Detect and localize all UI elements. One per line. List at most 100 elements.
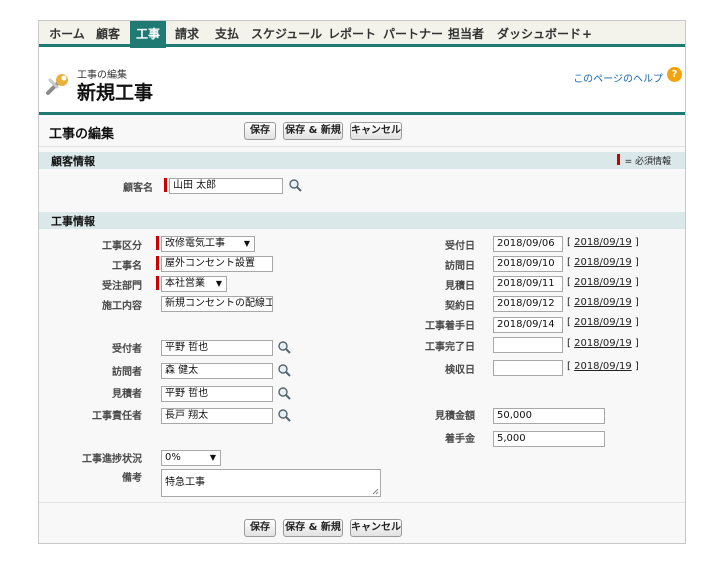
work-type-value: 改修電気工事 <box>165 238 225 249</box>
estimate-date-input[interactable]: 2018/09/11 <box>493 276 563 292</box>
required-marker <box>156 256 159 270</box>
tab-staff[interactable]: 担当者 <box>445 21 487 47</box>
lookup-icon[interactable] <box>277 386 292 400</box>
deposit-label: 着手金 <box>445 434 475 445</box>
deposit-input[interactable]: 5,000 <box>493 431 605 447</box>
page-frame: ホーム 顧客 工事 請求 支払 スケジュール レポート パートナー 担当者 ダッ… <box>38 20 686 544</box>
save-new-button-bottom[interactable]: 保存 & 新規 <box>283 519 343 537</box>
required-marker <box>616 154 620 165</box>
today-link-text[interactable]: 2018/09/19 <box>574 361 632 372</box>
note-textarea[interactable]: 特急工事 <box>161 469 381 497</box>
content-input[interactable]: 新規コンセントの配線工事 <box>161 296 273 312</box>
received-date-input[interactable]: 2018/09/06 <box>493 236 563 252</box>
visitor-input[interactable]: 森 健太 <box>161 363 273 379</box>
received-today-link[interactable]: [ 2018/09/19 ] <box>567 237 639 248</box>
work-name-input[interactable]: 屋外コンセント設置 <box>161 256 273 272</box>
tab-add-icon[interactable]: + <box>579 21 595 47</box>
dropdown-arrow-icon: ▼ <box>209 453 216 462</box>
required-marker <box>164 178 167 192</box>
block-title: 工事の編集 <box>49 127 115 142</box>
save-button[interactable]: 保存 <box>244 122 276 140</box>
dept-value: 本社営業 <box>165 278 205 289</box>
required-legend: = 必須情報 <box>616 154 671 167</box>
estimate-date-label: 見積日 <box>445 281 475 292</box>
required-marker <box>156 236 159 250</box>
tab-home[interactable]: ホーム <box>47 21 87 47</box>
est-amount-label: 見積金額 <box>435 411 475 422</box>
tab-payments[interactable]: 支払 <box>212 21 242 47</box>
customer-section-header: 顧客情報 = 必須情報 <box>39 152 685 169</box>
estimate-today-link[interactable]: [ 2018/09/19 ] <box>567 277 639 288</box>
complete-date-label: 工事完了日 <box>425 342 475 353</box>
customer-input[interactable]: 山田 太郎 <box>169 178 283 194</box>
manager-input[interactable]: 長戸 翔太 <box>161 408 273 424</box>
est-amount-input[interactable]: 50,000 <box>493 408 605 424</box>
work-section-title: 工事情報 <box>51 215 95 228</box>
content-label: 施工内容 <box>102 301 142 312</box>
work-type-label: 工事区分 <box>102 241 142 252</box>
work-type-select[interactable]: 改修電気工事 ▼ <box>161 236 255 252</box>
progress-value: 0% <box>165 452 181 463</box>
visitor-label: 訪問者 <box>112 367 142 378</box>
received-date-label: 受付日 <box>445 241 475 252</box>
today-link-text[interactable]: 2018/09/19 <box>574 297 632 308</box>
tab-works[interactable]: 工事 <box>130 21 166 48</box>
tab-reports[interactable]: レポート <box>327 21 377 47</box>
lookup-icon[interactable] <box>277 363 292 377</box>
visit-today-link[interactable]: [ 2018/09/19 ] <box>567 257 639 268</box>
work-name-label: 工事名 <box>112 261 142 272</box>
footer-divider <box>39 502 685 503</box>
estimator-input[interactable]: 平野 哲也 <box>161 386 273 402</box>
customer-label: 顧客名 <box>123 183 153 194</box>
start-today-link[interactable]: [ 2018/09/19 ] <box>567 317 639 328</box>
dept-select[interactable]: 本社営業 ▼ <box>161 276 227 292</box>
estimator-label: 見積者 <box>112 389 142 400</box>
tab-invoices[interactable]: 請求 <box>172 21 202 47</box>
start-date-input[interactable]: 2018/09/14 <box>493 317 563 333</box>
start-date-label: 工事着手日 <box>425 321 475 332</box>
required-legend-text: = 必須情報 <box>624 157 671 167</box>
inspect-date-input[interactable] <box>493 360 563 376</box>
help-link[interactable]: このページのヘルプ <box>573 70 663 85</box>
today-link-text[interactable]: 2018/09/19 <box>574 257 632 268</box>
contract-date-label: 契約日 <box>445 301 475 312</box>
page-header: 工事の編集 新規工事 このページのヘルプ ? <box>39 50 685 112</box>
block-header: 工事の編集 保存 保存 & 新規 キャンセル <box>39 115 685 147</box>
tab-bar: ホーム 顧客 工事 請求 支払 スケジュール レポート パートナー 担当者 ダッ… <box>39 21 685 48</box>
inspect-today-link[interactable]: [ 2018/09/19 ] <box>567 361 639 372</box>
page-title: 新規工事 <box>77 82 154 104</box>
dept-label: 受注部門 <box>102 281 142 292</box>
tab-schedule[interactable]: スケジュール <box>251 21 322 47</box>
tab-partners[interactable]: パートナー <box>383 21 443 47</box>
lookup-icon[interactable] <box>277 408 292 422</box>
cancel-button[interactable]: キャンセル <box>350 122 402 140</box>
edit-block: 工事の編集 保存 保存 & 新規 キャンセル 顧客情報 = 必須情報 顧客名 山… <box>39 112 685 543</box>
work-section-header: 工事情報 <box>39 212 685 229</box>
complete-date-input[interactable] <box>493 337 563 353</box>
receiver-input[interactable]: 平野 哲也 <box>161 340 273 356</box>
customer-section-title: 顧客情報 <box>51 155 95 168</box>
today-link-text[interactable]: 2018/09/19 <box>574 237 632 248</box>
today-link-text[interactable]: 2018/09/19 <box>574 317 632 328</box>
cancel-button-bottom[interactable]: キャンセル <box>350 519 402 537</box>
dropdown-arrow-icon: ▼ <box>243 239 250 248</box>
tab-dashboard[interactable]: ダッシュボード <box>497 21 581 47</box>
contract-date-input[interactable]: 2018/09/12 <box>493 296 563 312</box>
save-button-bottom[interactable]: 保存 <box>244 519 276 537</box>
today-link-text[interactable]: 2018/09/19 <box>574 338 632 349</box>
contract-today-link[interactable]: [ 2018/09/19 ] <box>567 297 639 308</box>
lookup-icon[interactable] <box>277 340 292 354</box>
resize-grip-icon[interactable] <box>372 488 379 495</box>
required-marker <box>156 276 159 290</box>
help-icon[interactable]: ? <box>667 67 682 82</box>
note-label: 備考 <box>122 473 142 484</box>
tab-customers[interactable]: 顧客 <box>93 21 123 47</box>
progress-select[interactable]: 0% ▼ <box>161 450 221 466</box>
complete-today-link[interactable]: [ 2018/09/19 ] <box>567 338 639 349</box>
visit-date-input[interactable]: 2018/09/10 <box>493 256 563 272</box>
lookup-icon[interactable] <box>288 178 303 192</box>
today-link-text[interactable]: 2018/09/19 <box>574 277 632 288</box>
inspect-date-label: 検収日 <box>445 365 475 376</box>
save-new-button[interactable]: 保存 & 新規 <box>283 122 343 140</box>
progress-label: 工事進捗状況 <box>82 454 142 465</box>
